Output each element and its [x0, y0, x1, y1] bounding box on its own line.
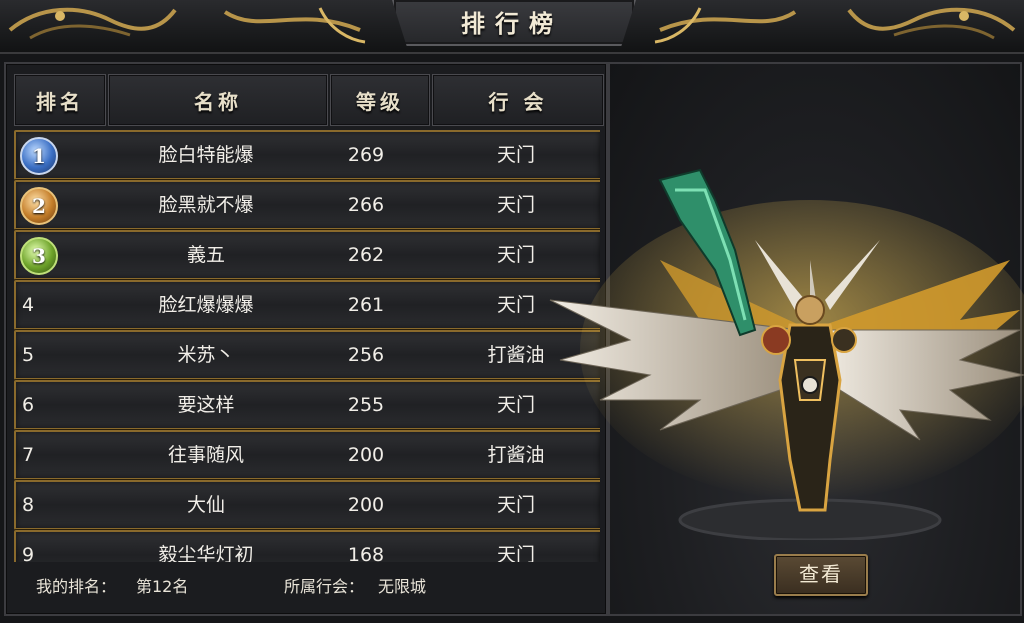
player-name: 往事随风 — [167, 444, 244, 466]
my-guild-label: 所属行会： — [284, 577, 365, 596]
my-rank-footer: 我的排名： 第12名 所属行会： 无限城 — [14, 564, 598, 610]
table-row[interactable]: 9 毅尘华灯初 168 天门 — [14, 530, 600, 562]
ranking-panel: 排名 名称 等级 行 会 1 脸白特能爆 269 天门 2 脸黑就不爆 266 … — [4, 62, 608, 616]
my-guild-value: 无限城 — [378, 577, 427, 596]
player-name: 大仙 — [186, 494, 225, 516]
table-row[interactable]: 2 脸黑就不爆 266 天门 — [14, 180, 600, 230]
ranking-list[interactable]: 1 脸白特能爆 269 天门 2 脸黑就不爆 266 天门 3 義五 262 天… — [14, 130, 600, 562]
header-name: 名称 — [108, 74, 328, 126]
player-level: 266 — [347, 194, 385, 216]
table-row[interactable]: 4 脸红爆爆爆 261 天门 — [14, 280, 600, 330]
player-name: 要这样 — [177, 394, 235, 416]
rank-number: 7 — [22, 444, 35, 466]
player-level: 262 — [347, 244, 385, 266]
table-header: 排名 名称 等级 行 会 — [14, 74, 604, 126]
dragon-ornament-left-icon — [8, 7, 177, 40]
dragon-ornament-center-right-icon — [654, 7, 797, 44]
rank-2-medal-icon: 2 — [20, 187, 58, 225]
player-level: 168 — [347, 544, 385, 562]
player-name: 脸白特能爆 — [158, 144, 254, 166]
table-row[interactable]: 6 要这样 255 天门 — [14, 380, 600, 430]
table-row[interactable]: 1 脸白特能爆 269 天门 — [14, 130, 600, 180]
player-level: 256 — [347, 344, 385, 366]
player-level: 255 — [347, 394, 385, 416]
dragon-ornament-center-left-icon — [223, 7, 366, 44]
player-level: 200 — [347, 494, 385, 516]
rank-3-medal-icon: 3 — [20, 237, 58, 275]
header-level: 等级 — [330, 74, 430, 126]
rank-number: 5 — [22, 344, 35, 366]
table-row[interactable]: 5 米苏丶 256 打酱油 — [14, 330, 600, 380]
player-level: 269 — [347, 144, 385, 166]
rank-number: 9 — [22, 544, 35, 562]
my-rank-label: 我的排名： — [36, 577, 117, 596]
table-row[interactable]: 7 往事随风 200 打酱油 — [14, 430, 600, 480]
dragon-ornament-right-icon — [847, 7, 1016, 40]
player-level: 261 — [347, 294, 385, 316]
view-button[interactable]: 查看 — [774, 554, 868, 596]
rank-number: 8 — [22, 494, 35, 516]
title-bar: 排行榜 — [0, 0, 1024, 54]
rank-1-medal-icon: 1 — [20, 137, 58, 175]
player-name: 米苏丶 — [177, 344, 235, 366]
header-guild: 行 会 — [432, 74, 604, 126]
table-row[interactable]: 8 大仙 200 天门 — [14, 480, 600, 530]
table-row[interactable]: 3 義五 262 天门 — [14, 230, 600, 280]
player-name: 脸红爆爆爆 — [158, 294, 254, 316]
player-name: 毅尘华灯初 — [158, 544, 254, 562]
winged-warrior-character-icon — [549, 168, 1024, 540]
player-name: 脸黑就不爆 — [158, 194, 254, 216]
header-rank: 排名 — [14, 74, 106, 126]
rank-number: 4 — [22, 294, 35, 316]
page-title: 排行榜 — [461, 9, 563, 38]
player-level: 200 — [347, 444, 385, 466]
player-name: 義五 — [186, 244, 225, 266]
rank-number: 6 — [22, 394, 35, 416]
my-rank-value: 第12名 — [136, 577, 189, 596]
